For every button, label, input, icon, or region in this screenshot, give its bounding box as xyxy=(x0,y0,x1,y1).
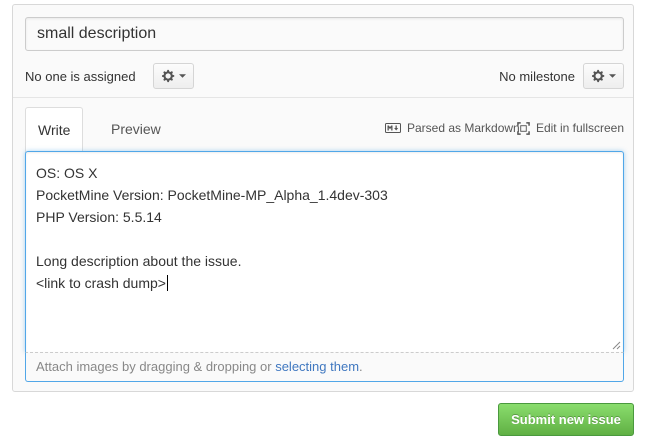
markdown-help-link[interactable]: Parsed as Markdown xyxy=(385,121,520,135)
dropzone-suffix: . xyxy=(359,359,363,374)
assignee-settings-button[interactable] xyxy=(153,63,194,89)
fullscreen-button[interactable]: Edit in fullscreen xyxy=(517,121,624,135)
gear-icon xyxy=(161,69,174,83)
editor-tabs: Write Preview Parsed as Markdown Edit in… xyxy=(25,107,624,153)
write-pane: OS: OS X PocketMine Version: PocketMine-… xyxy=(25,151,624,382)
attach-dropzone[interactable]: Attach images by dragging & dropping or … xyxy=(25,352,624,382)
issue-meta-row: No one is assigned No milestone xyxy=(25,61,624,91)
markdown-icon xyxy=(385,123,401,133)
text-cursor xyxy=(166,275,168,291)
milestone-status: No milestone xyxy=(499,69,575,84)
resize-grip-icon[interactable] xyxy=(612,341,621,350)
issue-body-textarea[interactable]: OS: OS X PocketMine Version: PocketMine-… xyxy=(25,151,624,352)
body-line-text: <link to crash dump> xyxy=(36,275,166,291)
body-line-last: <link to crash dump> xyxy=(36,272,613,294)
tab-preview[interactable]: Preview xyxy=(99,107,173,153)
markdown-label: Parsed as Markdown xyxy=(407,121,520,135)
submit-issue-button[interactable]: Submit new issue xyxy=(498,403,634,436)
select-files-link[interactable]: selecting them xyxy=(275,359,359,374)
assignee-status: No one is assigned xyxy=(25,69,136,84)
tab-write[interactable]: Write xyxy=(25,107,83,153)
section-divider xyxy=(13,97,633,98)
fullscreen-icon xyxy=(517,121,530,135)
issue-title-input[interactable]: small description xyxy=(25,17,624,51)
body-line: OS: OS X xyxy=(36,165,98,181)
body-line: PHP Version: 5.5.14 xyxy=(36,209,162,225)
caret-down-icon xyxy=(608,74,616,78)
caret-down-icon xyxy=(178,74,186,78)
fullscreen-label: Edit in fullscreen xyxy=(535,121,624,135)
dropzone-text: Attach images by dragging & dropping or xyxy=(36,359,276,374)
issue-form: small description No one is assigned No … xyxy=(12,4,634,392)
body-line: Long description about the issue. xyxy=(36,253,242,269)
body-line xyxy=(36,228,613,250)
milestone-settings-button[interactable] xyxy=(583,63,624,89)
body-line: PocketMine Version: PocketMine-MP_Alpha_… xyxy=(36,187,388,203)
gear-icon xyxy=(591,69,604,83)
